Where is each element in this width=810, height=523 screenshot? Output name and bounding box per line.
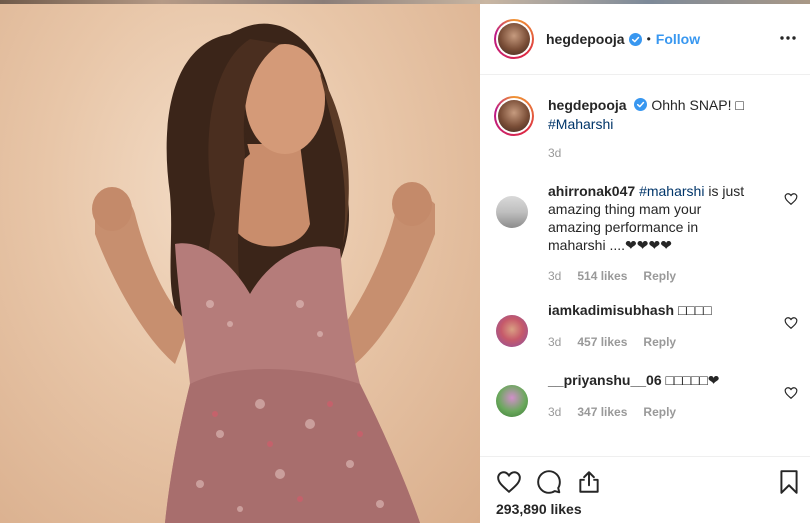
comment-text: □□□□□❤	[665, 372, 720, 388]
caption-username[interactable]: hegdepooja	[548, 97, 627, 113]
post-photo[interactable]	[0, 4, 480, 523]
reply-button[interactable]: Reply	[643, 267, 676, 285]
post-header: hegdepooja • Follow	[480, 4, 810, 75]
share-icon[interactable]	[576, 469, 602, 495]
comment-username[interactable]: ahirronak047	[548, 183, 635, 199]
comment-icon[interactable]	[536, 469, 562, 495]
heart-icon[interactable]	[496, 469, 522, 495]
comment-username[interactable]: __priyanshu__06	[548, 372, 662, 388]
comment-item: __priyanshu__06 □□□□□❤ 3d 347 likes Repl…	[494, 371, 804, 421]
comment-age[interactable]: 3d	[548, 403, 561, 421]
post-side-panel: hegdepooja • Follow hegdepooja Ohhh SNAP…	[480, 4, 810, 523]
comment-like-heart-icon[interactable]	[784, 316, 798, 330]
caption-emoji: □	[735, 97, 744, 113]
comment-likes[interactable]: 347 likes	[577, 403, 627, 421]
comment-likes[interactable]: 457 likes	[577, 333, 627, 351]
post-like-count[interactable]: 293,890 likes	[496, 501, 582, 517]
follow-button[interactable]: Follow	[656, 31, 700, 47]
more-options-icon[interactable]	[778, 30, 798, 46]
reply-button[interactable]: Reply	[643, 333, 676, 351]
comment-text: □□□□	[677, 302, 712, 318]
comment-hashtag[interactable]: #maharshi	[639, 183, 704, 199]
comment-meta: 3d 347 likes Reply	[548, 403, 748, 421]
comment-age[interactable]: 3d	[548, 333, 561, 351]
comment-like-heart-icon[interactable]	[784, 386, 798, 400]
bookmark-icon[interactable]	[776, 469, 802, 495]
post-photo-illustration	[92, 23, 435, 523]
commenter-avatar[interactable]	[496, 315, 528, 347]
commenter-avatar[interactable]	[496, 196, 528, 228]
comment-meta: 3d 514 likes Reply	[548, 267, 748, 285]
verified-badge-icon	[628, 32, 642, 46]
commenter-avatar[interactable]	[496, 385, 528, 417]
caption-author-avatar[interactable]	[494, 96, 534, 136]
verified-badge-icon	[634, 98, 648, 111]
author-avatar[interactable]	[494, 19, 534, 59]
post-caption: hegdepooja Ohhh SNAP! □ #Maharshi 3d	[494, 96, 794, 163]
caption-hashtag[interactable]: #Maharshi	[548, 115, 744, 134]
caption-text: Ohhh SNAP!	[651, 97, 736, 113]
comment-meta: 3d 457 likes Reply	[548, 333, 748, 351]
reply-button[interactable]: Reply	[643, 403, 676, 421]
comment-item: iamkadimisubhash □□□□ 3d 457 likes Reply	[494, 301, 804, 351]
caption-timestamp[interactable]: 3d	[548, 144, 744, 163]
header-separator: •	[646, 32, 651, 46]
author-username[interactable]: hegdepooja	[546, 31, 625, 47]
comment-username[interactable]: iamkadimisubhash	[548, 302, 674, 318]
post-action-bar: 293,890 likes	[480, 456, 810, 523]
comment-age[interactable]: 3d	[548, 267, 561, 285]
comment-item: ahirronak047 #maharshi is just amazing t…	[494, 182, 804, 285]
comment-likes[interactable]: 514 likes	[577, 267, 627, 285]
comment-like-heart-icon[interactable]	[784, 192, 798, 206]
